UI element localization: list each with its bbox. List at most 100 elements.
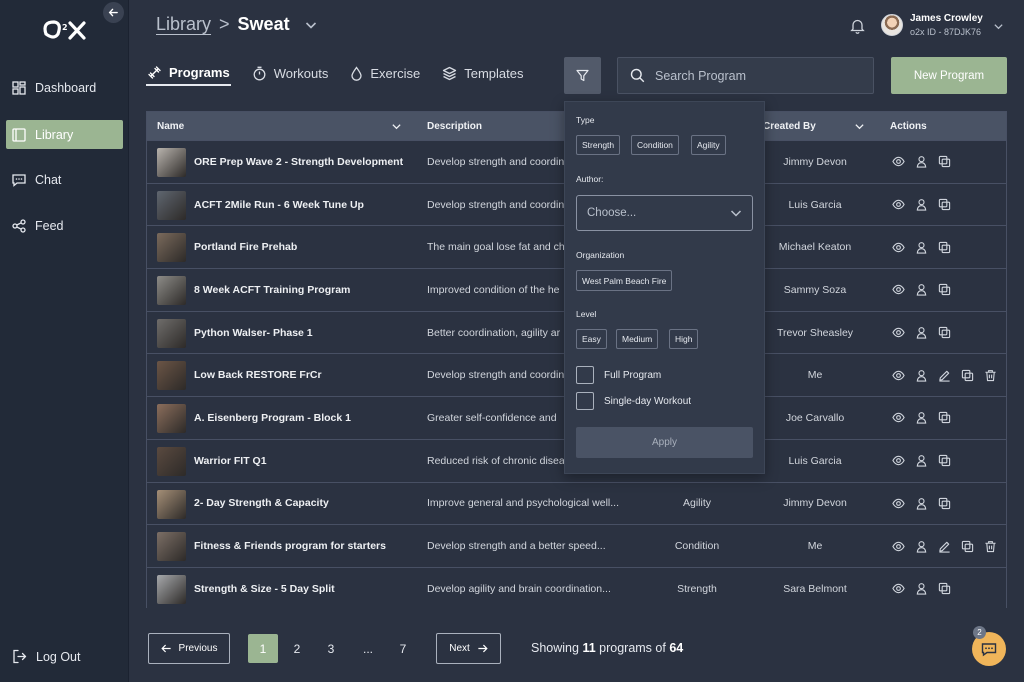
user-icon[interactable] (914, 240, 929, 255)
edit-icon[interactable] (937, 368, 952, 383)
column-header-label: Created By (763, 120, 816, 132)
sort-created-by-button[interactable] (854, 112, 865, 140)
program-name[interactable]: Fitness & Friends program for starters (194, 525, 386, 567)
full-program-checkbox[interactable] (576, 366, 594, 384)
eye-icon[interactable] (891, 282, 906, 297)
logout-button[interactable]: Log Out (6, 642, 123, 671)
tab-workouts[interactable]: Workouts (251, 60, 330, 86)
user-menu[interactable]: James Crowley o2x ID - 87DJK76 (881, 13, 983, 37)
program-name[interactable]: 2- Day Strength & Capacity (194, 483, 329, 525)
column-header-description[interactable]: Description (427, 112, 482, 140)
sidebar-item-feed[interactable]: Feed (6, 211, 123, 240)
eye-icon[interactable] (891, 368, 906, 383)
user-icon[interactable] (914, 581, 929, 596)
page-7-button[interactable]: 7 (388, 634, 418, 663)
program-name[interactable]: A. Eisenberg Program - Block 1 (194, 397, 351, 439)
column-header-created-by[interactable]: Created By (763, 112, 816, 140)
new-program-button[interactable]: New Program (891, 57, 1007, 94)
search-input[interactable] (655, 68, 855, 83)
table-row[interactable]: 2- Day Strength & Capacity Improve genera… (147, 481, 1006, 525)
copy-icon[interactable] (960, 368, 975, 383)
copy-icon[interactable] (960, 539, 975, 554)
results-prefix: Showing (531, 641, 579, 655)
table-row[interactable]: Strength & Size - 5 Day Split Develop agi… (147, 566, 1006, 610)
copy-icon[interactable] (937, 581, 952, 596)
edit-icon[interactable] (937, 539, 952, 554)
eye-icon[interactable] (891, 154, 906, 169)
program-name[interactable]: ACFT 2Mile Run - 6 Week Tune Up (194, 184, 364, 226)
user-icon[interactable] (914, 325, 929, 340)
user-menu-chevron[interactable] (993, 19, 1004, 37)
user-icon[interactable] (914, 282, 929, 297)
program-created-by: Me (807, 540, 823, 553)
page-1-button[interactable]: 1 (248, 634, 278, 663)
user-icon[interactable] (914, 154, 929, 169)
sidebar-item-chat[interactable]: Chat (6, 165, 123, 194)
eye-icon[interactable] (891, 581, 906, 596)
type-chip-strength[interactable]: Strength (576, 135, 621, 155)
eye-icon[interactable] (891, 496, 906, 511)
copy-icon[interactable] (937, 240, 952, 255)
program-description: Develop agility and brain coordination..… (427, 582, 611, 595)
trash-icon[interactable] (983, 539, 998, 554)
copy-icon[interactable] (937, 453, 952, 468)
next-page-button[interactable]: Next (436, 633, 501, 664)
program-name[interactable]: Warrior FIT Q1 (194, 440, 267, 482)
org-chip-west-palm-beach-fire[interactable]: West Palm Beach Fire (576, 270, 673, 291)
eye-icon[interactable] (891, 453, 906, 468)
tab-templates[interactable]: Templates (441, 60, 524, 86)
copy-icon[interactable] (937, 282, 952, 297)
single-day-workout-option[interactable]: Single-day Workout (576, 392, 691, 410)
copy-icon[interactable] (937, 197, 952, 212)
page-3-button[interactable]: 3 (316, 634, 346, 663)
notifications-button[interactable] (850, 18, 865, 39)
type-chip-agility[interactable]: Agility (691, 135, 726, 155)
copy-icon[interactable] (937, 410, 952, 425)
tab-programs[interactable]: Programs (146, 60, 231, 86)
eye-icon[interactable] (891, 240, 906, 255)
page-2-button[interactable]: 2 (282, 634, 312, 663)
program-name[interactable]: Portland Fire Prehab (194, 226, 297, 268)
user-icon[interactable] (914, 496, 929, 511)
copy-icon[interactable] (937, 325, 952, 340)
sidebar-item-dashboard[interactable]: Dashboard (6, 73, 123, 102)
eye-icon[interactable] (891, 197, 906, 212)
sidebar-item-library[interactable]: Library (6, 120, 123, 149)
full-program-option[interactable]: Full Program (576, 366, 661, 384)
user-icon[interactable] (914, 368, 929, 383)
eye-icon[interactable] (891, 410, 906, 425)
program-name[interactable]: ORE Prep Wave 2 - Strength Development (194, 141, 403, 183)
program-name[interactable]: Strength & Size - 5 Day Split (194, 568, 335, 610)
program-name[interactable]: 8 Week ACFT Training Program (194, 269, 350, 311)
table-row[interactable]: Fitness & Friends program for starters De… (147, 524, 1006, 567)
level-chip-medium[interactable]: Medium (616, 329, 659, 349)
breadcrumb-library-link[interactable]: Library (156, 14, 211, 35)
sort-name-button[interactable] (391, 112, 402, 140)
sidebar-item-label: Library (35, 127, 74, 142)
user-icon[interactable] (914, 453, 929, 468)
program-name[interactable]: Python Walser- Phase 1 (194, 312, 313, 354)
filter-button[interactable] (564, 57, 601, 94)
collapse-sidebar-button[interactable] (103, 2, 124, 23)
copy-icon[interactable] (937, 154, 952, 169)
copy-icon[interactable] (937, 496, 952, 511)
level-chip-easy[interactable]: Easy (576, 329, 607, 349)
eye-icon[interactable] (891, 539, 906, 554)
user-name: James Crowley (910, 13, 983, 24)
previous-page-button[interactable]: Previous (148, 633, 230, 664)
eye-icon[interactable] (891, 325, 906, 340)
tab-exercise[interactable]: Exercise (349, 60, 421, 86)
level-chip-high[interactable]: High (669, 329, 699, 349)
tab-label: Templates (464, 65, 524, 81)
apply-filter-button[interactable]: Apply (576, 427, 753, 458)
trash-icon[interactable] (983, 368, 998, 383)
author-select[interactable]: Choose... (576, 195, 753, 231)
column-header-name[interactable]: Name (157, 112, 184, 140)
type-chip-condition[interactable]: Condition (631, 135, 679, 155)
single-day-workout-checkbox[interactable] (576, 392, 594, 410)
program-name[interactable]: Low Back RESTORE FrCr (194, 354, 322, 396)
user-icon[interactable] (914, 539, 929, 554)
chevron-down-icon[interactable] (304, 18, 318, 32)
user-icon[interactable] (914, 410, 929, 425)
user-icon[interactable] (914, 197, 929, 212)
